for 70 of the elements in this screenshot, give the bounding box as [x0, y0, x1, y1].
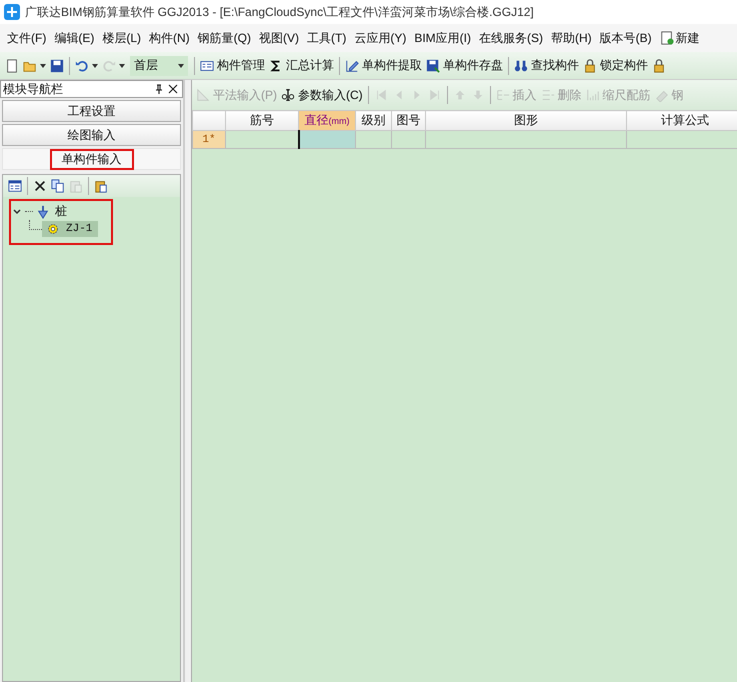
paste-icon [69, 179, 83, 193]
menu-item[interactable]: BIM应用(I) [410, 30, 475, 46]
toolbar-button[interactable]: 构件管理 [198, 55, 267, 76]
delete-icon [33, 179, 47, 193]
toolbar-button[interactable]: 锁定构件 [581, 55, 650, 76]
panel-title: 模块导航栏 [3, 80, 64, 98]
toolbar-button[interactable]: 单构件提取 [343, 55, 424, 76]
window-title: 广联达BIM钢筋算量软件 GGJ2013 - [E:\FangCloudSync\工程文件\洋蛮河菜市场\综合楼.GGJ12] [25, 4, 534, 20]
caret-icon [178, 64, 184, 68]
menu-item[interactable]: 版本号(B) [596, 30, 656, 46]
menu-item[interactable]: 文件(F) [3, 30, 50, 46]
tree-item[interactable]: ZJ-1 [42, 220, 98, 236]
close-icon[interactable] [166, 82, 180, 96]
row-header[interactable]: 1* [192, 130, 226, 148]
pile-icon [36, 204, 50, 218]
column-header[interactable]: 筋号 [226, 110, 298, 130]
caret-icon [92, 64, 98, 68]
section-tab[interactable]: 绘图输入 [2, 124, 181, 146]
last-icon [428, 88, 442, 102]
column-header[interactable]: 图形 [426, 110, 626, 130]
caret-icon [119, 64, 125, 68]
table-cell[interactable] [392, 130, 426, 148]
corner-cell [192, 110, 226, 130]
menu-item[interactable]: 钢筋量(Q) [194, 30, 255, 46]
undo-icon [75, 58, 89, 72]
floor-dropdown[interactable]: 首层 [130, 56, 188, 76]
insert-row-icon [496, 88, 510, 102]
section-tab[interactable]: 工程设置 [2, 100, 181, 122]
table-cell[interactable] [298, 130, 356, 148]
caret-icon [40, 64, 46, 68]
padlock-icon [583, 58, 597, 72]
delete-row-icon [540, 88, 555, 102]
tree-item[interactable]: 桩 [53, 203, 67, 220]
menu-item[interactable]: 新建 [656, 30, 704, 46]
toolbar-button[interactable]: 单构件存盘 [424, 55, 505, 76]
text-cursor-icon [281, 88, 295, 102]
redo-icon [102, 58, 116, 72]
document-icon [660, 31, 674, 45]
column-header[interactable]: 图号 [392, 110, 426, 130]
menu-item[interactable]: 楼层(L) [98, 30, 145, 46]
rebar-icon [654, 88, 669, 102]
toolbar-button[interactable]: 查找构件 [512, 55, 581, 76]
gear-icon [46, 222, 60, 236]
toolbar-button[interactable]: 参数输入(C) [279, 84, 365, 106]
triangle-ruler-icon [196, 88, 210, 102]
list-icon [200, 58, 214, 72]
bars-icon [586, 88, 600, 102]
app-logo-icon [4, 4, 20, 20]
toolbar-button[interactable]: 汇总计算 [267, 55, 336, 76]
binoculars-icon [514, 58, 528, 72]
menu-item[interactable]: 构件(N) [145, 30, 194, 46]
menu-item[interactable]: 工具(T) [303, 30, 350, 46]
menu-item[interactable]: 在线服务(S) [475, 30, 547, 46]
padlock-icon [652, 58, 666, 72]
save-icon [50, 58, 64, 72]
column-header[interactable]: 计算公式 [626, 110, 737, 130]
menu-item[interactable]: 云应用(Y) [350, 30, 410, 46]
new-file-icon [5, 58, 19, 72]
table-cell[interactable] [426, 130, 626, 148]
window-icon [8, 179, 22, 193]
menu-item[interactable]: 视图(V) [255, 30, 303, 46]
section-tab[interactable]: 单构件输入 [2, 148, 181, 170]
copy-icon [51, 179, 65, 193]
pen-icon [345, 58, 359, 72]
expander-icon[interactable] [13, 208, 22, 216]
clipboard-icon [94, 179, 108, 193]
column-header[interactable]: 级别 [356, 110, 392, 130]
menu-item[interactable]: 编辑(E) [50, 30, 98, 46]
table-cell[interactable] [356, 130, 392, 148]
menu-item[interactable]: 帮助(H) [547, 30, 596, 46]
